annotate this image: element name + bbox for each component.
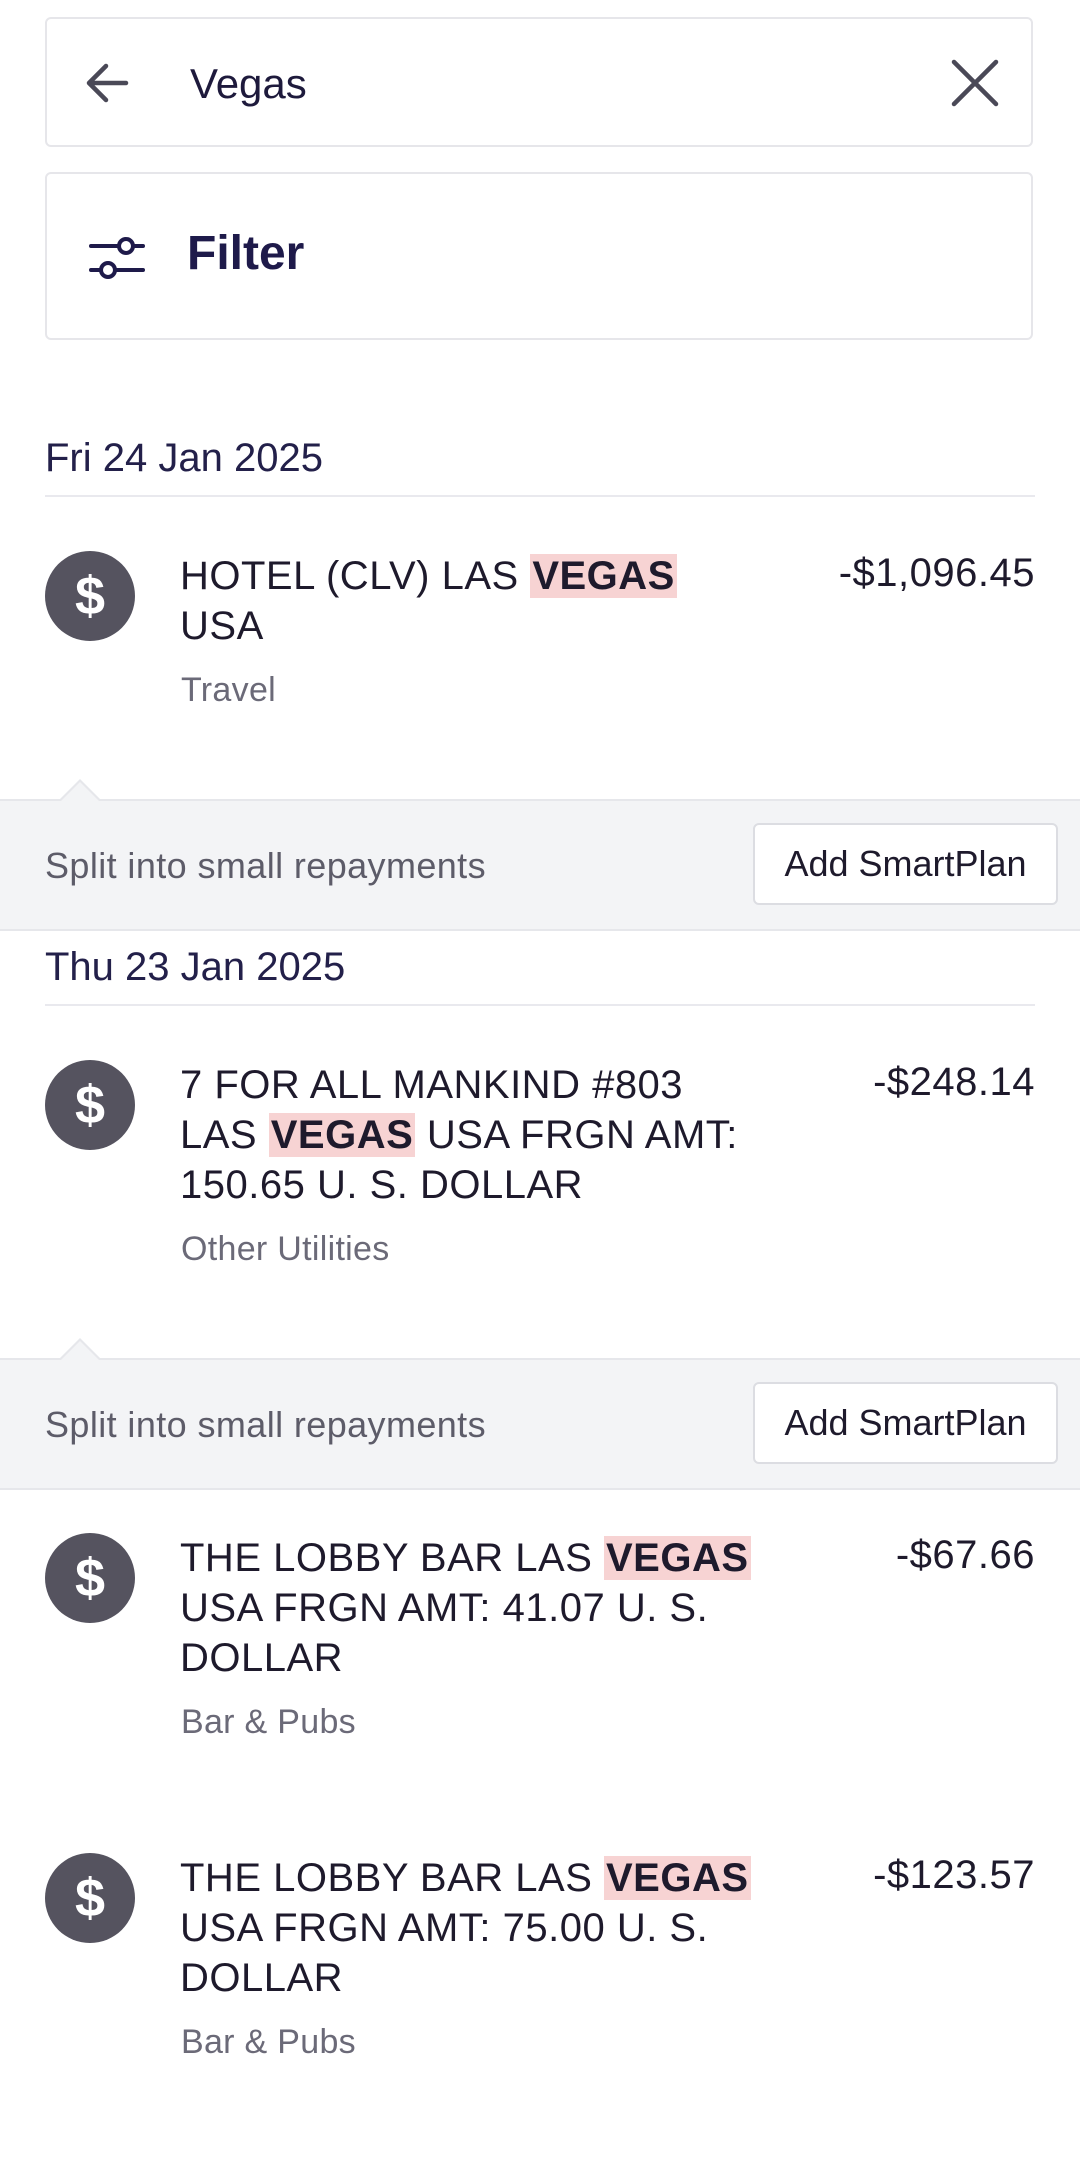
transaction-amount: -$67.66 — [895, 1533, 1035, 1577]
transaction-row[interactable]: $ THE LOBBY BAR LAS VEGAS USA FRGN AMT: … — [0, 1533, 1080, 1753]
search-bar — [45, 17, 1033, 147]
dollar-icon: $ — [45, 551, 135, 641]
transaction-row[interactable]: $ HOTEL (CLV) LAS VEGAS USA Travel -$1,0… — [0, 551, 1080, 721]
date-header: Thu 23 Jan 2025 — [45, 945, 1035, 1006]
dollar-icon: $ — [45, 1533, 135, 1623]
smartplan-text: Split into small repayments — [45, 845, 486, 886]
dollar-icon: $ — [45, 1060, 135, 1150]
transaction-description: THE LOBBY BAR LAS VEGAS USA FRGN AMT: 41… — [180, 1536, 751, 1680]
search-highlight: VEGAS — [603, 1536, 751, 1580]
add-smartplan-button[interactable]: Add SmartPlan — [753, 1382, 1058, 1464]
arrow-left-icon — [86, 63, 129, 103]
transaction-row[interactable]: $ THE LOBBY BAR LAS VEGAS USA FRGN AMT: … — [0, 1853, 1080, 2073]
clear-search-button[interactable] — [945, 53, 1005, 113]
filter-label: Filter — [187, 227, 305, 280]
svg-text:$: $ — [75, 1870, 105, 1926]
transaction-category: Bar & Pubs — [181, 1703, 356, 1741]
transaction-amount: -$123.57 — [873, 1853, 1035, 1897]
transaction-category: Travel — [181, 671, 277, 709]
filter-button[interactable]: Filter — [45, 172, 1033, 340]
transaction-amount: -$1,096.45 — [838, 551, 1035, 595]
date-header: Fri 24 Jan 2025 — [45, 436, 1035, 497]
svg-text:$: $ — [75, 1550, 105, 1606]
smartplan-text: Split into small repayments — [45, 1404, 486, 1445]
transaction-category: Other Utilities — [181, 1230, 390, 1268]
transactions-search-page: Filter Fri 24 Jan 2025 $ HOTEL (CLV) LAS… — [0, 0, 1080, 2176]
transaction-row[interactable]: $ 7 FOR ALL MANKIND #803 LAS VEGAS USA F… — [0, 1060, 1080, 1280]
search-highlight: VEGAS — [603, 1856, 751, 1900]
smartplan-band: Split into small repayments Add SmartPla… — [0, 779, 1080, 931]
back-button[interactable] — [77, 53, 137, 113]
transaction-description: THE LOBBY BAR LAS VEGAS USA FRGN AMT: 75… — [180, 1856, 751, 2000]
add-smartplan-button[interactable]: Add SmartPlan — [753, 823, 1058, 905]
dollar-icon: $ — [45, 1853, 135, 1943]
transaction-description: HOTEL (CLV) LAS VEGAS USA — [180, 554, 677, 648]
sliders-icon — [89, 237, 145, 279]
close-icon — [951, 59, 999, 107]
transaction-amount: -$248.14 — [873, 1060, 1035, 1104]
search-highlight: VEGAS — [530, 554, 677, 598]
smartplan-band: Split into small repayments Add SmartPla… — [0, 1338, 1080, 1490]
transaction-description: 7 FOR ALL MANKIND #803 LAS VEGAS USA FRG… — [180, 1063, 738, 1207]
transaction-category: Bar & Pubs — [181, 2023, 356, 2061]
notch-inner — [60, 782, 100, 802]
svg-text:$: $ — [75, 568, 105, 624]
svg-text:$: $ — [75, 1077, 105, 1133]
search-input[interactable] — [182, 49, 950, 119]
search-highlight: VEGAS — [268, 1113, 416, 1157]
notch-inner — [60, 1341, 100, 1361]
